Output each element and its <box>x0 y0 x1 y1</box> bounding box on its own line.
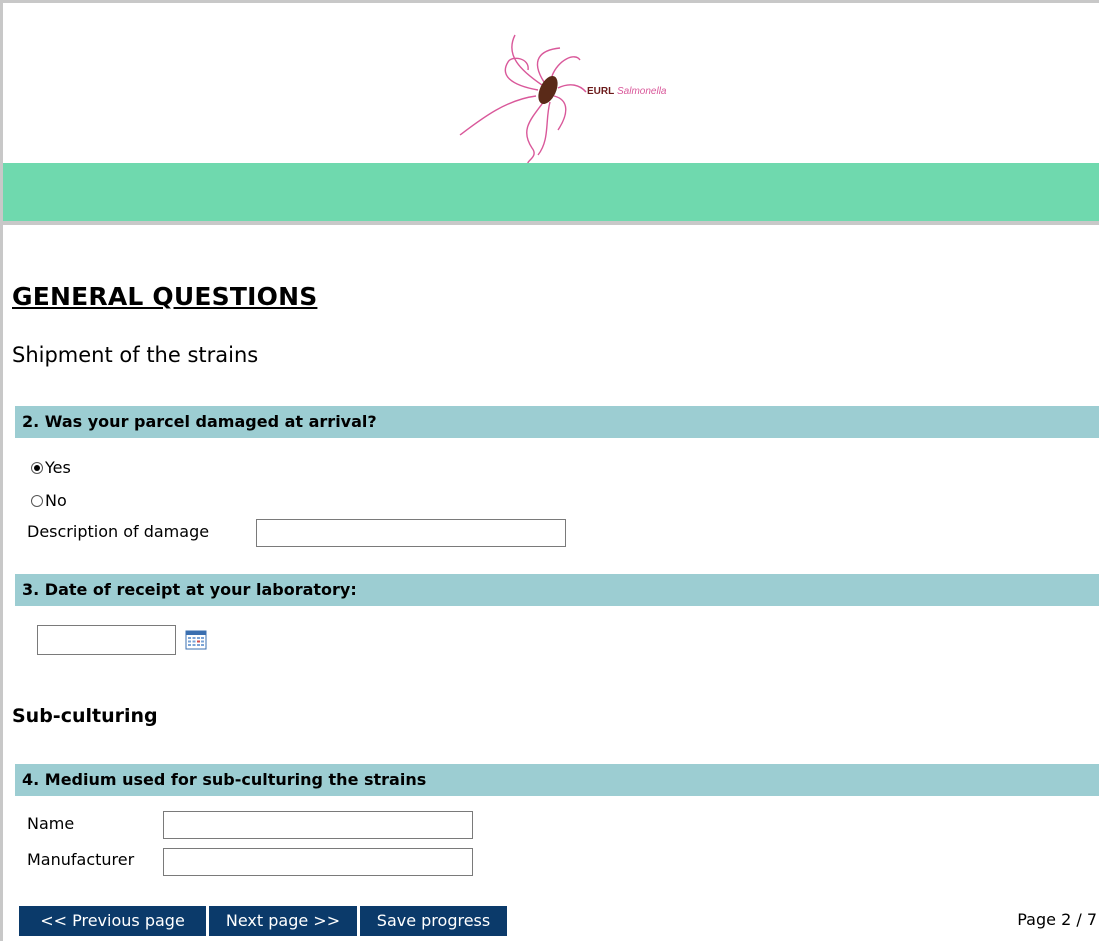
question-3-header: 3. Date of receipt at your laboratory: <box>15 574 1099 606</box>
damage-description-input[interactable] <box>256 519 566 547</box>
calendar-icon[interactable] <box>185 630 207 650</box>
damage-description-label: Description of damage <box>27 522 210 541</box>
header-band <box>3 163 1099 221</box>
receipt-date-input[interactable] <box>37 625 176 655</box>
question-4-header: 4. Medium used for sub-culturing the str… <box>15 764 1099 796</box>
radio-yes[interactable]: Yes <box>31 458 71 477</box>
radio-yes-label: Yes <box>45 458 71 477</box>
medium-name-input[interactable] <box>163 811 473 839</box>
manufacturer-input[interactable] <box>163 848 473 876</box>
radio-no-label: No <box>45 491 67 510</box>
question-2-header: 2. Was your parcel damaged at arrival? <box>15 406 1099 438</box>
eurl-salmonella-logo <box>459 34 587 165</box>
page-subtitle: Shipment of the strains <box>12 343 259 367</box>
save-progress-button[interactable]: Save progress <box>360 906 507 936</box>
logo-text: EURL Salmonella <box>587 86 667 97</box>
next-page-button[interactable]: Next page >> <box>209 906 357 936</box>
previous-page-button[interactable]: << Previous page <box>19 906 206 936</box>
radio-yes-indicator[interactable] <box>31 461 43 474</box>
radio-no-indicator[interactable] <box>31 494 43 507</box>
manufacturer-label: Manufacturer <box>27 850 135 869</box>
page-title: GENERAL QUESTIONS <box>12 282 318 311</box>
page-indicator: Page 2 / 7 <box>1017 910 1097 929</box>
radio-no[interactable]: No <box>31 491 67 510</box>
header-divider <box>3 221 1099 225</box>
medium-name-label: Name <box>27 814 75 833</box>
section-title: Sub-culturing <box>12 705 158 727</box>
